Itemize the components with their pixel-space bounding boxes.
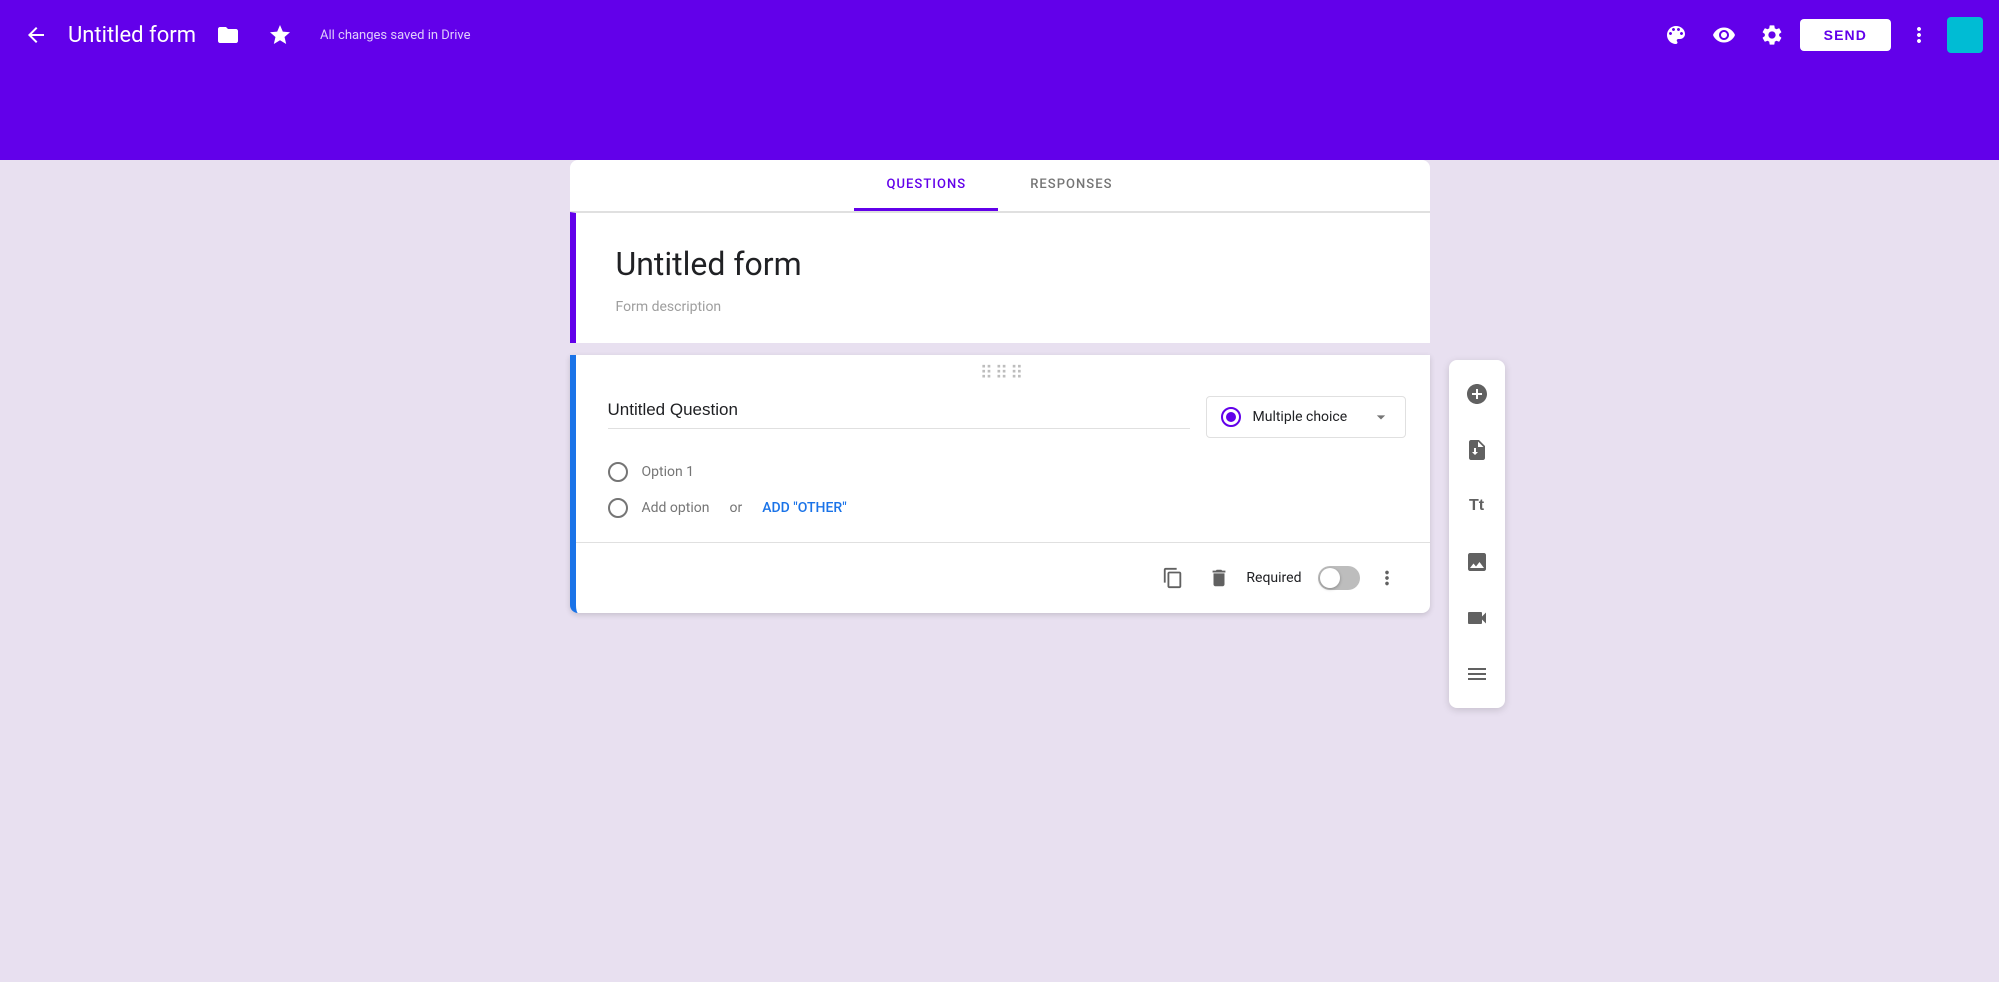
preview-icon-button[interactable]: [1704, 15, 1744, 55]
add-other-link[interactable]: ADD "OTHER": [762, 500, 846, 516]
sidebar-import-button[interactable]: [1449, 424, 1505, 476]
import-icon: [1465, 438, 1489, 462]
center-column: QUESTIONS RESPONSES Untitled form Form d…: [570, 160, 1430, 942]
sidebar-video-button[interactable]: [1449, 592, 1505, 644]
duplicate-button[interactable]: [1154, 559, 1192, 597]
title-icon: Tt: [1469, 497, 1484, 515]
star-icon-button[interactable]: [260, 15, 300, 55]
sidebar-section-button[interactable]: [1449, 648, 1505, 700]
delete-button[interactable]: [1200, 559, 1238, 597]
sidebar-image-button[interactable]: [1449, 536, 1505, 588]
section-icon: [1465, 662, 1489, 686]
card-divider: [576, 542, 1430, 543]
nav-left: Untitled form All changes saved in Drive: [16, 15, 1656, 55]
form-title-card: Untitled form Form description: [570, 212, 1430, 343]
option-1-label: Option 1: [642, 464, 695, 480]
form-description-placeholder[interactable]: Form description: [616, 299, 1390, 315]
save-status: All changes saved in Drive: [320, 28, 471, 43]
back-button[interactable]: [16, 15, 56, 55]
question-title-input[interactable]: [608, 396, 1190, 429]
top-nav: Untitled form All changes saved in Drive…: [0, 0, 1999, 70]
palette-icon-button[interactable]: [1656, 15, 1696, 55]
send-button[interactable]: SEND: [1800, 19, 1891, 51]
drag-handle[interactable]: ⠿⠿⠿: [576, 355, 1430, 388]
add-other-separator: or: [729, 500, 742, 516]
add-option-row: Add option or ADD "OTHER": [608, 490, 1398, 526]
question-row: Multiple choice: [576, 388, 1430, 454]
add-question-icon: [1465, 382, 1489, 406]
add-option-radio-icon: [608, 498, 628, 518]
more-options-button[interactable]: [1368, 559, 1406, 597]
radio-dot: [1226, 412, 1236, 422]
video-icon: [1465, 606, 1489, 630]
required-toggle-wrap[interactable]: [1318, 566, 1360, 590]
settings-icon-button[interactable]: [1752, 15, 1792, 55]
question-type-select[interactable]: Multiple choice: [1206, 396, 1406, 438]
toggle-knob: [1320, 568, 1340, 588]
radio-choice-icon: [1221, 407, 1241, 427]
main-area: QUESTIONS RESPONSES Untitled form Form d…: [0, 160, 1999, 982]
question-input-wrap: [608, 396, 1190, 429]
nav-right: SEND: [1656, 15, 1983, 55]
more-options-icon: [1376, 567, 1398, 589]
option-radio-icon: [608, 462, 628, 482]
user-avatar[interactable]: [1947, 17, 1983, 53]
sidebar-add-question-button[interactable]: [1449, 368, 1505, 420]
required-label: Required: [1246, 570, 1301, 586]
options-section: Option 1 Add option or ADD "OTHER": [576, 454, 1430, 526]
card-actions: Required: [576, 559, 1430, 597]
delete-icon: [1208, 567, 1230, 589]
tab-responses[interactable]: RESPONSES: [998, 160, 1144, 211]
image-icon: [1465, 550, 1489, 574]
form-title-text[interactable]: Untitled form: [616, 245, 1390, 283]
tab-questions[interactable]: QUESTIONS: [854, 160, 998, 211]
required-toggle[interactable]: [1318, 566, 1360, 590]
option-row-1: Option 1: [608, 454, 1398, 490]
folder-icon-button[interactable]: [208, 15, 248, 55]
tabs-card: QUESTIONS RESPONSES: [570, 160, 1430, 212]
add-option-label[interactable]: Add option: [642, 500, 710, 516]
purple-band: [0, 70, 1999, 160]
sidebar-title-button[interactable]: Tt: [1449, 480, 1505, 532]
question-type-label: Multiple choice: [1253, 409, 1348, 425]
duplicate-icon: [1162, 567, 1184, 589]
right-sidebar: Tt: [1449, 360, 1505, 708]
more-menu-button[interactable]: [1899, 15, 1939, 55]
form-title-header: Untitled form: [68, 23, 196, 48]
dropdown-chevron-icon: [1371, 407, 1391, 427]
question-card: ⠿⠿⠿ Multiple choice Option 1: [570, 355, 1430, 613]
